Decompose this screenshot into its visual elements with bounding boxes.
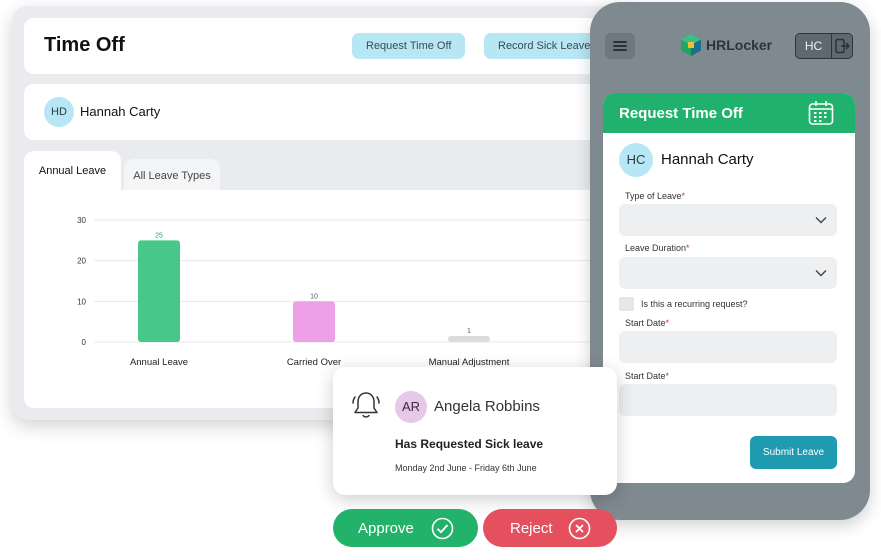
user-name: Hannah Carty: [80, 104, 161, 119]
leave-request-notification: AR Angela Robbins Has Requested Sick lea…: [333, 367, 617, 495]
recurring-label: Is this a recurring request?: [641, 299, 748, 309]
phone-frame: HRLocker HC Request Time Off HC Hannah C…: [590, 2, 870, 520]
form-title: Request Time Off: [619, 105, 743, 122]
user-menu-button[interactable]: HC: [795, 33, 853, 59]
chevron-down-icon: [815, 270, 827, 277]
approve-button[interactable]: Approve: [333, 509, 478, 547]
approve-label: Approve: [358, 520, 414, 537]
second-start-date-input[interactable]: [619, 384, 837, 416]
x-tick-label: Annual Leave: [130, 357, 188, 368]
type-of-leave-select[interactable]: [619, 204, 837, 236]
tab-annual-leave[interactable]: Annual Leave: [24, 151, 121, 191]
start-date-label: Start Date*: [625, 318, 670, 328]
request-message: Has Requested Sick leave: [395, 437, 544, 451]
record-sick-leave-button[interactable]: Record Sick Leave: [484, 33, 605, 59]
y-tick-label: 0: [82, 338, 87, 347]
submit-leave-button[interactable]: Submit Leave: [750, 436, 837, 469]
tab-all-leave-types[interactable]: All Leave Types: [124, 159, 220, 191]
bar-data-label: 25: [155, 232, 163, 239]
bar: [138, 240, 180, 342]
y-tick-label: 20: [77, 257, 86, 266]
page-header: Time Off Request Time Off Record Sick Le…: [24, 18, 624, 74]
calendar-icon: [808, 101, 834, 125]
bar: [293, 301, 335, 342]
type-of-leave-label: Type of Leave*: [625, 191, 686, 201]
avatar: AR: [395, 391, 427, 423]
request-time-off-form: Request Time Off HC Hannah Carty Type of…: [603, 93, 855, 483]
form-header: Request Time Off: [603, 93, 855, 133]
user-card: HD Hannah Carty: [24, 84, 624, 140]
bar: [448, 336, 490, 342]
hamburger-menu-icon[interactable]: [605, 33, 635, 59]
chevron-down-icon: [815, 217, 827, 224]
request-dates: Monday 2nd June - Friday 6th June: [395, 463, 537, 473]
time-off-window: Time Off Request Time Off Record Sick Le…: [12, 6, 632, 420]
hrlocker-logo-icon: [681, 34, 701, 56]
reject-label: Reject: [510, 520, 553, 537]
user-initials: HC: [796, 34, 832, 58]
logout-icon[interactable]: [834, 38, 850, 54]
bar-data-label: 10: [310, 293, 318, 300]
reject-button[interactable]: Reject: [483, 509, 617, 547]
requester-name: Angela Robbins: [434, 398, 540, 415]
leave-duration-label: Leave Duration*: [625, 243, 690, 253]
bar-data-label: 1: [467, 328, 471, 335]
y-tick-label: 10: [77, 297, 86, 306]
request-time-off-button[interactable]: Request Time Off: [352, 33, 466, 59]
brand-name: HRLocker: [706, 37, 773, 53]
start-date-input[interactable]: [619, 331, 837, 363]
second-start-date-label: Start Date*: [625, 371, 670, 381]
check-circle-icon: [431, 517, 454, 540]
x-tick-label: Carried Over: [287, 357, 341, 368]
recurring-checkbox[interactable]: [619, 297, 634, 311]
leave-duration-select[interactable]: [619, 257, 837, 289]
brand-logo: HRLocker: [680, 33, 780, 57]
close-circle-icon: [568, 517, 591, 540]
avatar: HD: [44, 97, 74, 127]
y-tick-label: 30: [77, 216, 86, 225]
page-title: Time Off: [44, 34, 125, 56]
avatar: HC: [619, 143, 653, 177]
bell-icon: [352, 392, 380, 418]
form-user-name: Hannah Carty: [661, 151, 754, 168]
